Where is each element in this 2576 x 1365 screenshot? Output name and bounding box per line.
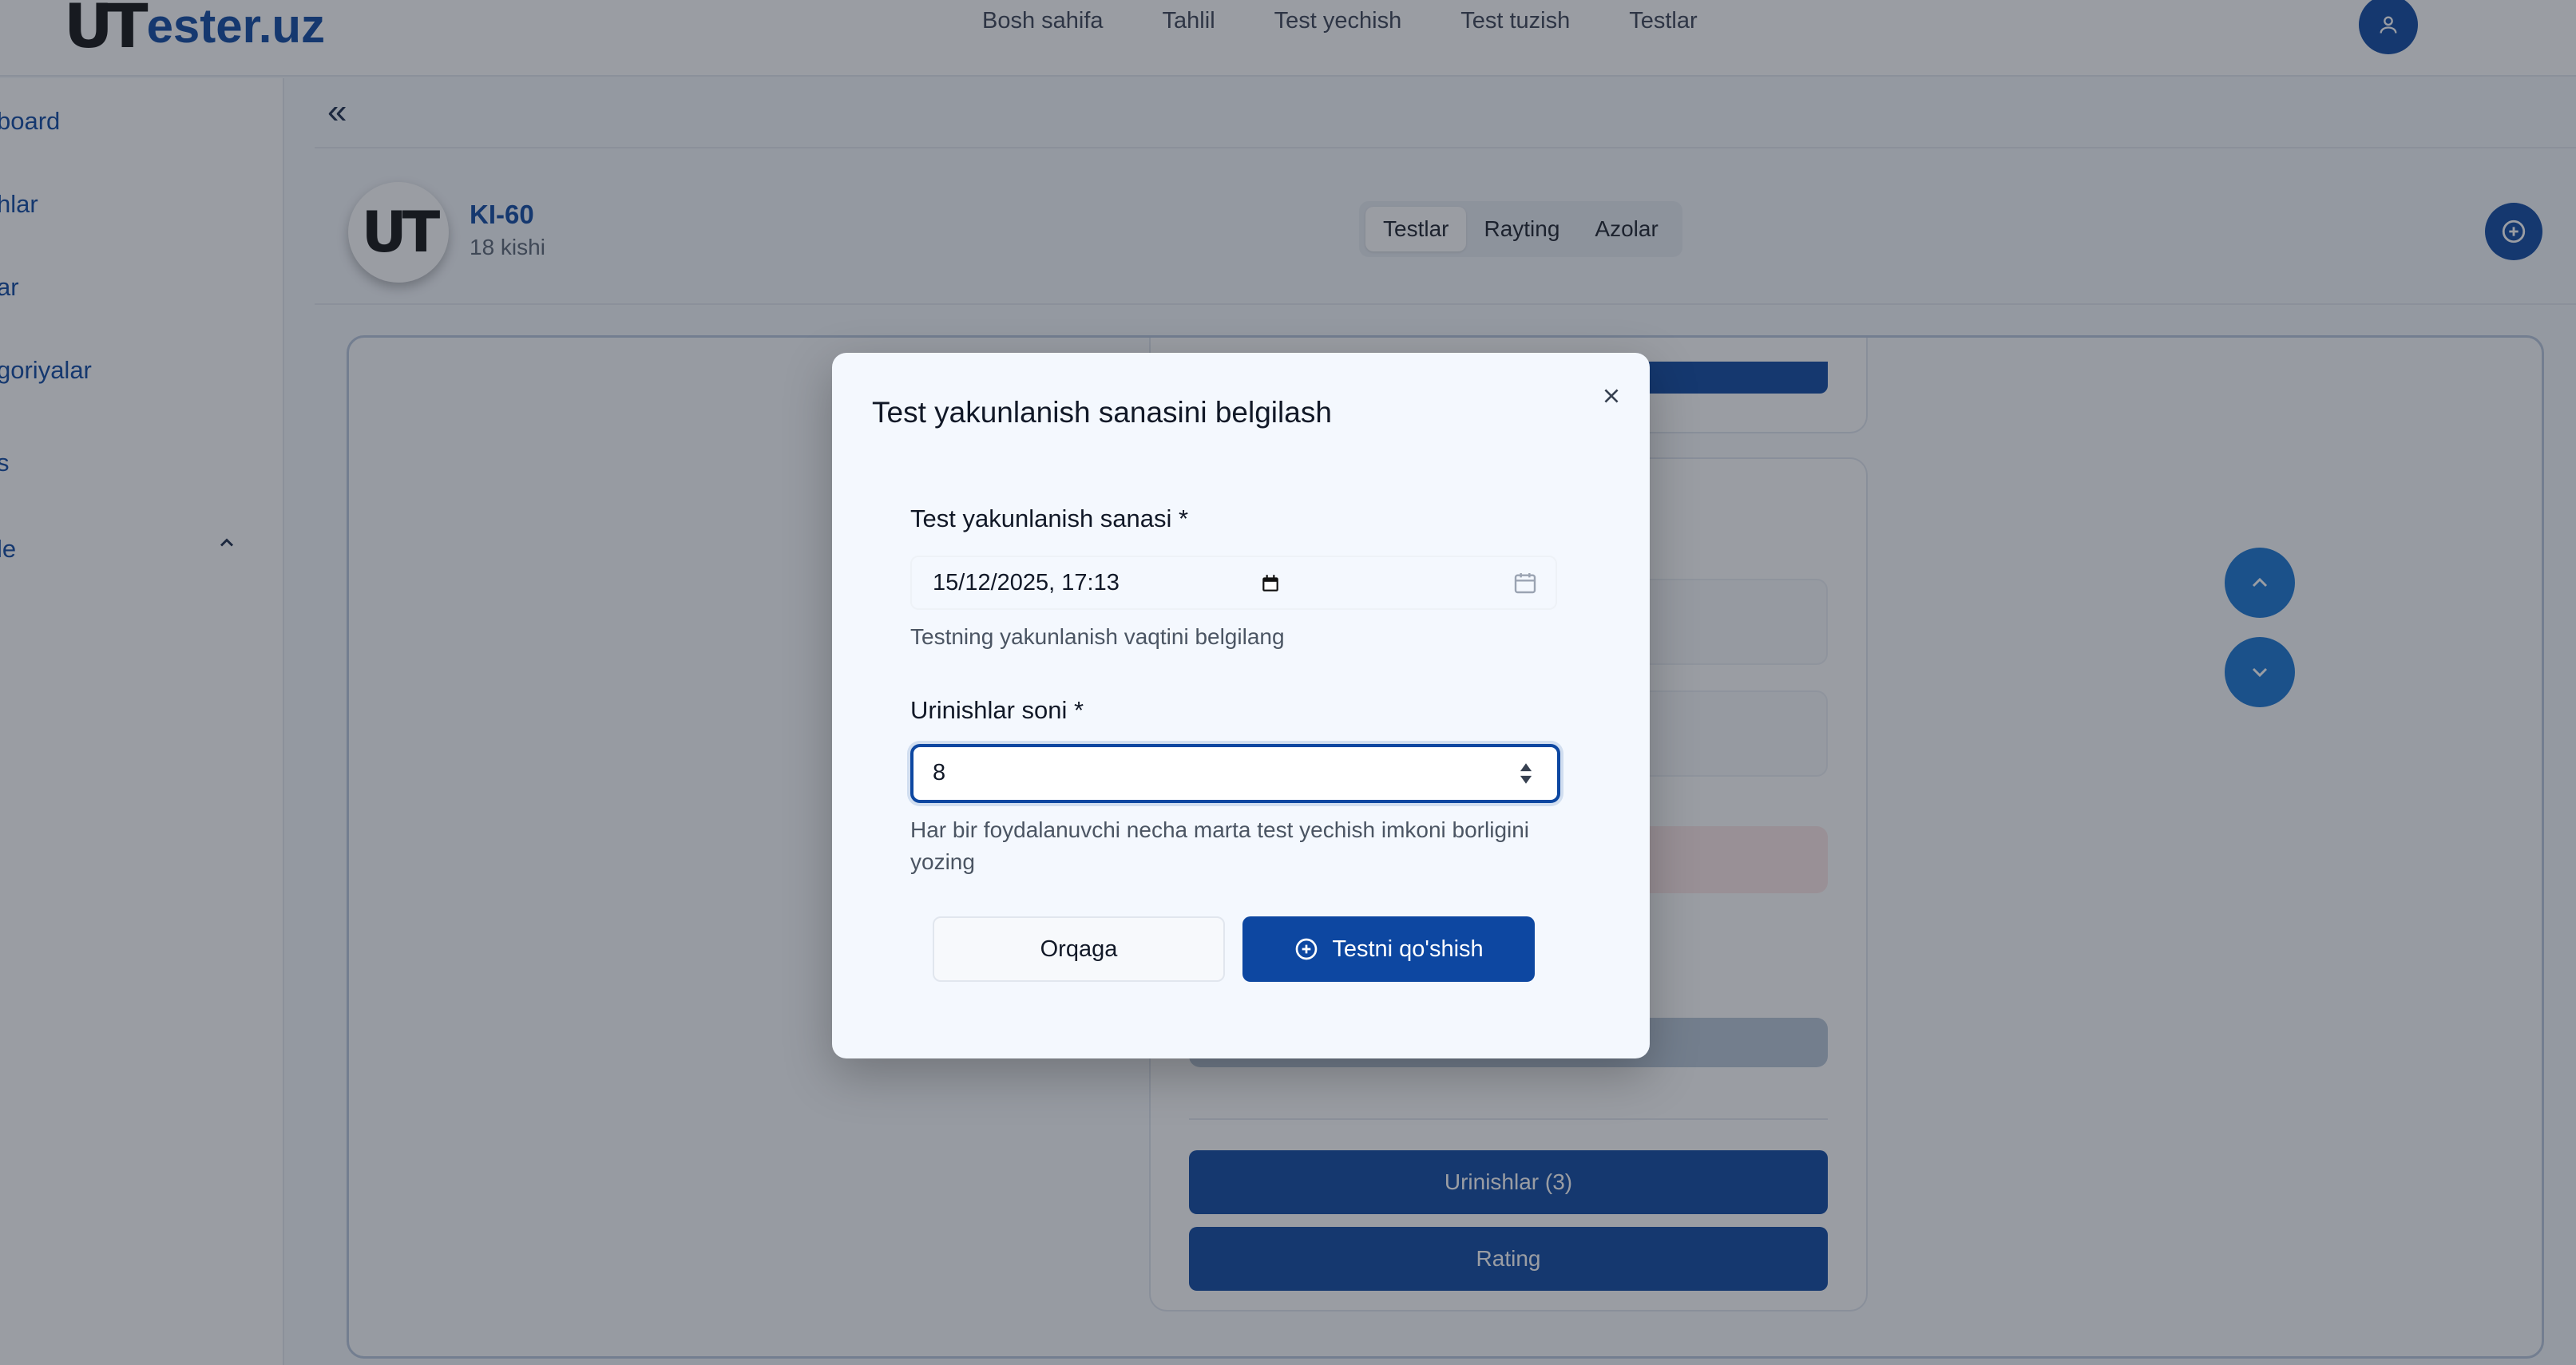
attempts-help: Har bir foydalanuvchi necha marta test y… <box>910 817 1530 874</box>
end-date-dialog: Test yakunlanish sanasini belgilash Test… <box>832 353 1650 1058</box>
calendar-icon[interactable] <box>1512 570 1538 595</box>
calendar-icon[interactable] <box>1260 573 1281 594</box>
back-button[interactable]: Orqaga <box>933 916 1225 982</box>
dialog-title: Test yakunlanish sanasini belgilash <box>872 396 1332 429</box>
spinner-arrows-icon[interactable] <box>1514 760 1538 787</box>
close-button[interactable] <box>1595 380 1627 412</box>
end-date-help: Testning yakunlanish vaqtini belgilang <box>910 624 1285 649</box>
end-date-input[interactable]: 15/12/2025, 17:13 <box>910 556 1557 610</box>
end-date-label: Test yakunlanish sanasi * <box>910 504 1189 532</box>
end-date-value: 15/12/2025, 17:13 <box>933 570 1120 595</box>
add-test-submit-button[interactable]: Testni qo'shish <box>1242 916 1535 982</box>
plus-circle-icon <box>1296 938 1318 960</box>
add-test-submit-label: Testni qo'shish <box>1332 936 1484 962</box>
attempts-input[interactable]: 8 <box>910 744 1560 803</box>
close-icon <box>1604 389 1619 403</box>
attempts-label: Urinishlar soni * <box>910 696 1084 724</box>
attempts-value: 8 <box>933 760 946 785</box>
